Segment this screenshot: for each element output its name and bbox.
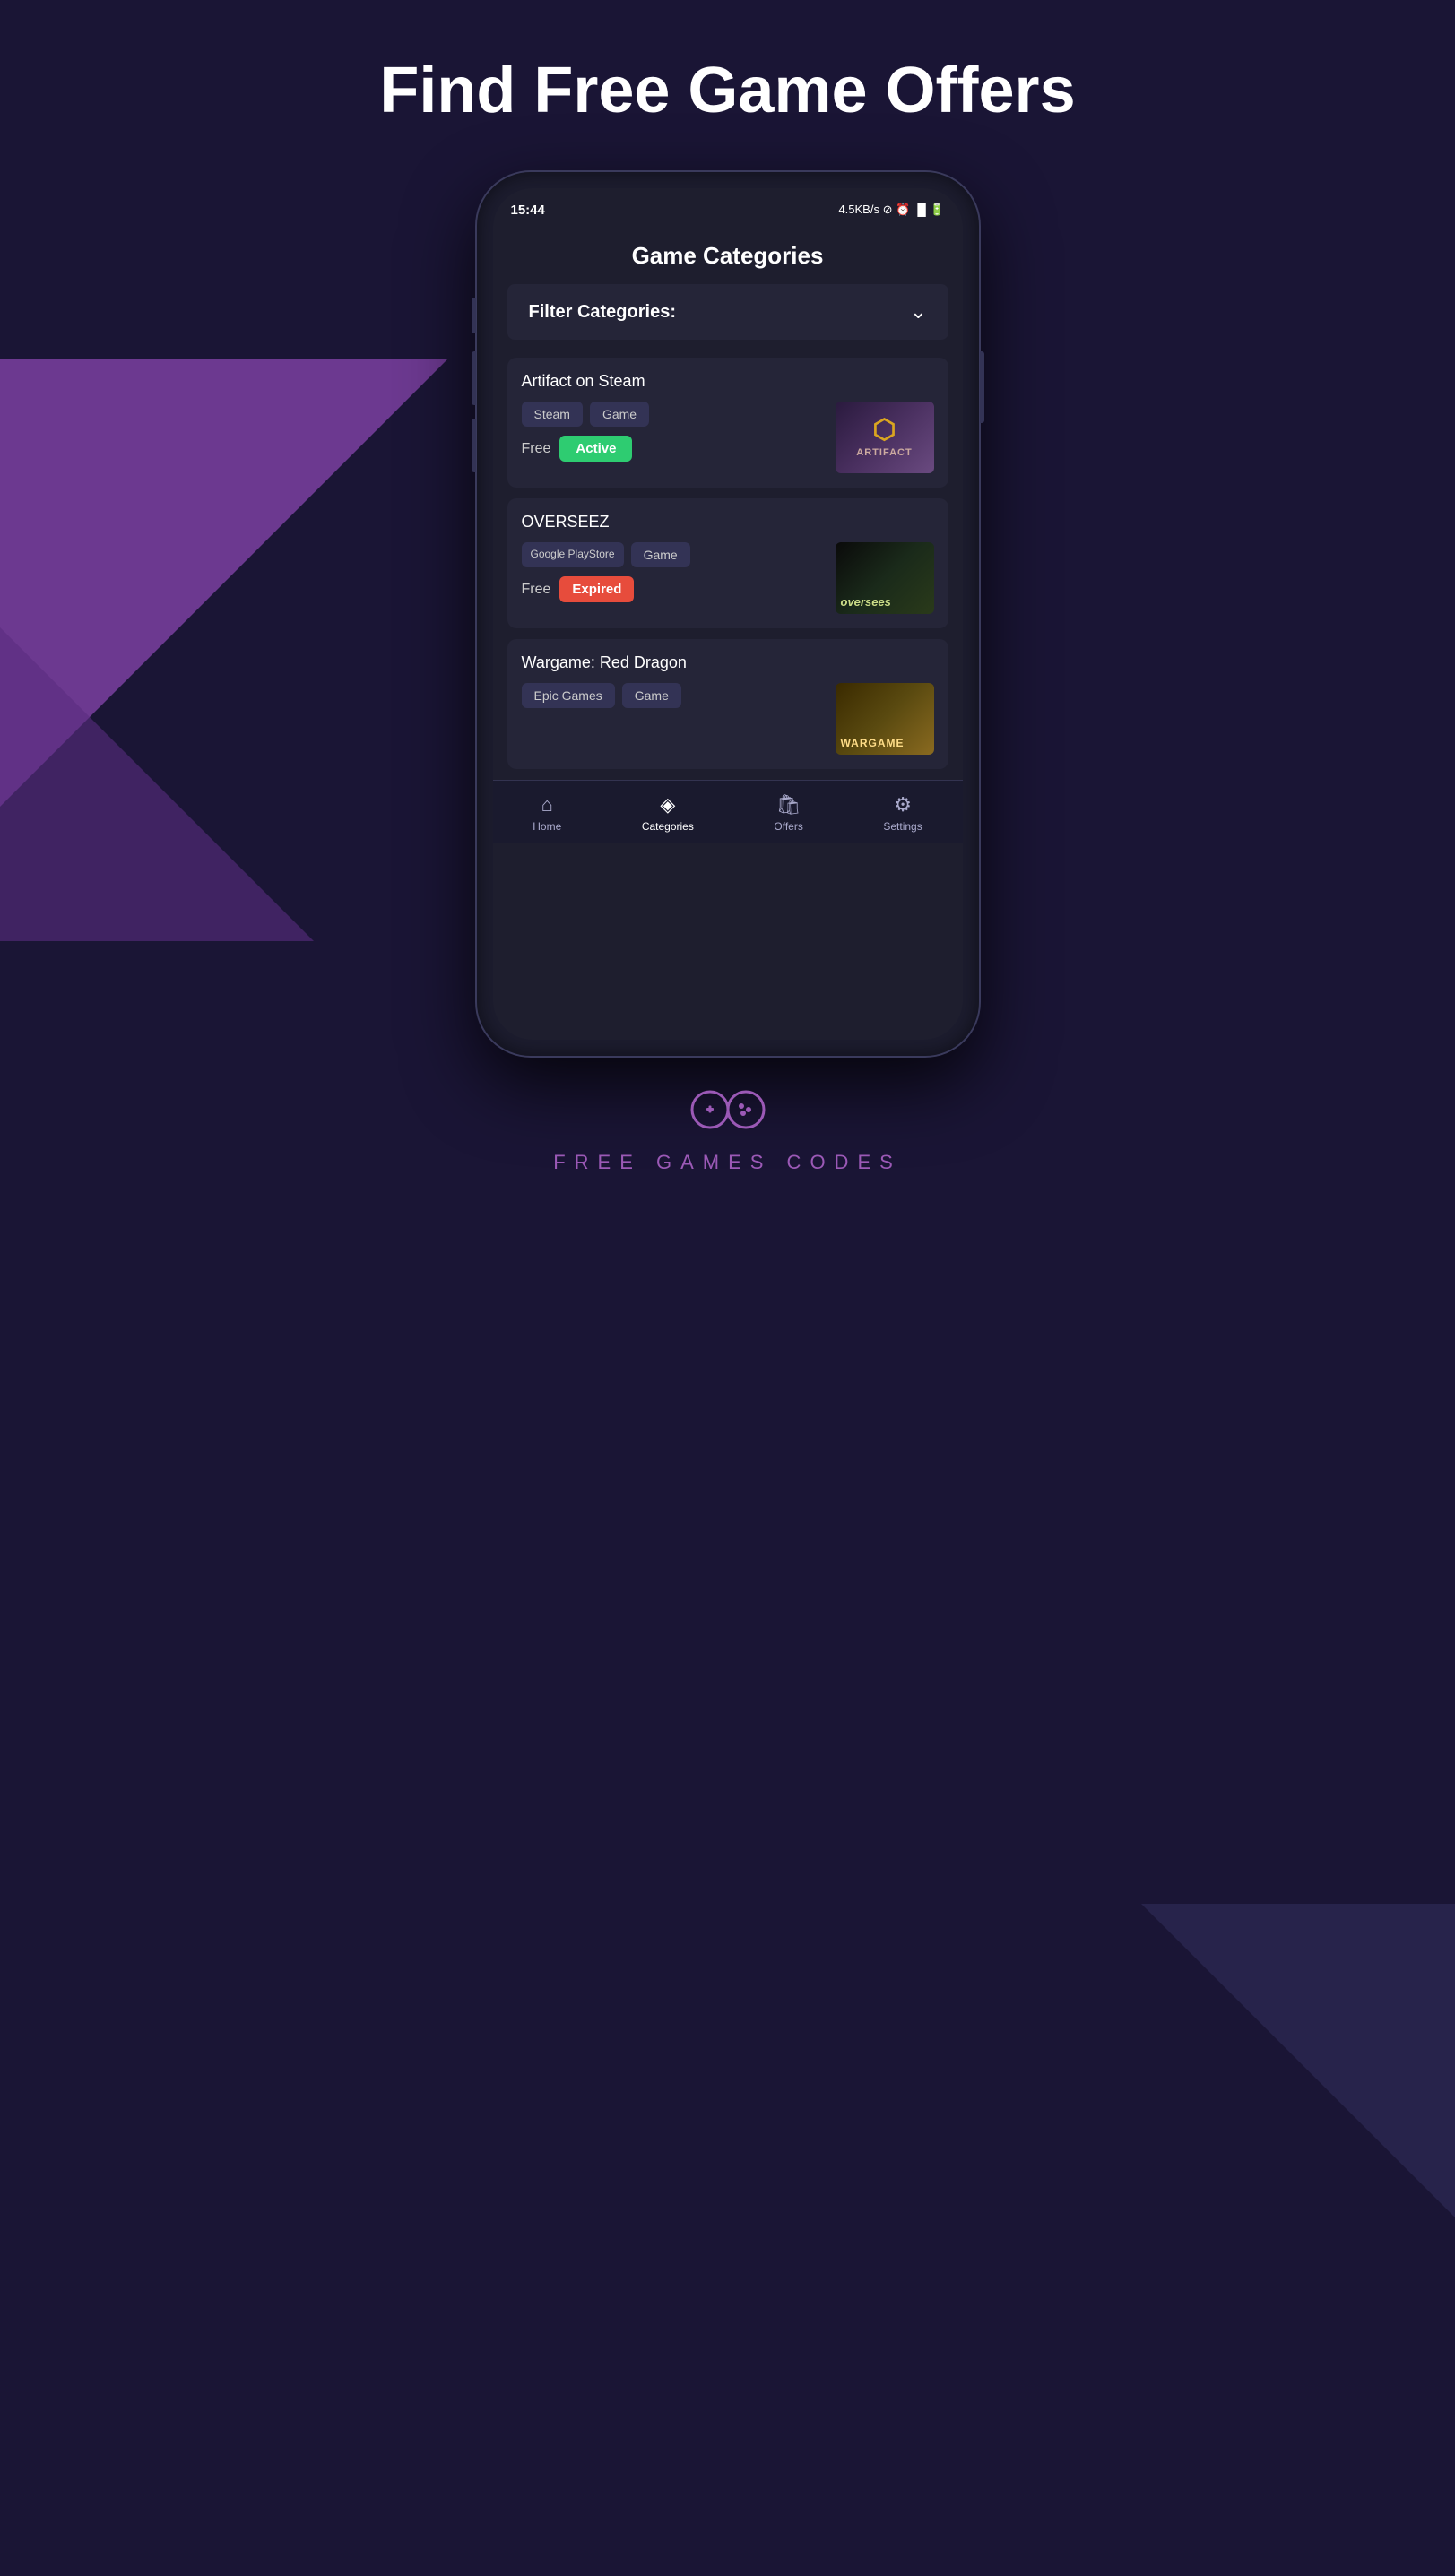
filter-bar[interactable]: Filter Categories: ⌄	[507, 284, 948, 340]
tag-epic-games[interactable]: Epic Games	[522, 683, 615, 708]
artifact-logo-icon: ⬡	[872, 417, 896, 444]
bg-decoration-right	[1141, 1904, 1455, 2217]
game-card-artifact[interactable]: Artifact on Steam Steam Game Free Active	[507, 358, 948, 488]
home-icon: ⌂	[541, 793, 553, 817]
status-icons: 4.5KB/s ⊘ ⏰ ▐▌🔋	[838, 203, 944, 217]
phone-screen: 15:44 4.5KB/s ⊘ ⏰ ▐▌🔋 Game Categories Fi…	[493, 188, 963, 1040]
game-card-title-artifact: Artifact on Steam	[522, 372, 934, 391]
thumbnail-overseez: oversees	[836, 542, 934, 614]
nav-item-settings[interactable]: ⚙ Settings	[869, 790, 936, 836]
game-card-body-artifact: Steam Game Free Active ⬡ ARTIFACT	[522, 402, 934, 473]
nav-label-home: Home	[533, 820, 561, 833]
page-headline: Find Free Game Offers	[379, 54, 1075, 127]
tag-steam[interactable]: Steam	[522, 402, 583, 427]
brand-logo-icon	[688, 1083, 768, 1137]
status-bar: 15:44 4.5KB/s ⊘ ⏰ ▐▌🔋	[493, 188, 963, 224]
tags-row-artifact: Steam Game	[522, 402, 827, 427]
phone-btn-volume-up	[472, 351, 476, 405]
app-header: Game Categories	[493, 224, 963, 284]
thumbnail-wargame: WARGAME	[836, 683, 934, 755]
phone-mockup: 15:44 4.5KB/s ⊘ ⏰ ▐▌🔋 Game Categories Fi…	[477, 172, 979, 1056]
game-card-wargame[interactable]: Wargame: Red Dragon Epic Games Game WARG…	[507, 639, 948, 769]
brand-svg	[688, 1083, 768, 1137]
price-overseez: Free	[522, 582, 551, 598]
thumbnail-artifact: ⬡ ARTIFACT	[836, 402, 934, 473]
bottom-row-artifact: Free Active	[522, 436, 827, 462]
price-artifact: Free	[522, 441, 551, 457]
tag-game-overseez[interactable]: Game	[631, 542, 690, 567]
tag-game-wargame[interactable]: Game	[622, 683, 681, 708]
filter-label: Filter Categories:	[529, 302, 676, 323]
bottom-row-overseez: Free Expired	[522, 576, 827, 602]
wargame-text: WARGAME	[841, 737, 905, 749]
game-card-left-overseez: Google PlayStore Game Free Expired	[522, 542, 827, 602]
nav-item-offers[interactable]: 🛍 Offers	[759, 790, 817, 836]
game-card-left-wargame: Epic Games Game	[522, 683, 827, 717]
brand-name: FREE GAMES CODES	[553, 1151, 902, 1174]
categories-icon: ◈	[660, 793, 675, 817]
game-card-title-wargame: Wargame: Red Dragon	[522, 653, 934, 672]
artifact-text: ARTIFACT	[856, 447, 912, 458]
oversees-text: oversees	[841, 595, 891, 609]
status-time: 15:44	[511, 203, 545, 218]
tags-row-overseez: Google PlayStore Game	[522, 542, 827, 567]
game-card-title-overseez: OVERSEEZ	[522, 513, 934, 532]
phone-outer: 15:44 4.5KB/s ⊘ ⏰ ▐▌🔋 Game Categories Fi…	[477, 172, 979, 1056]
nav-item-home[interactable]: ⌂ Home	[518, 790, 576, 836]
phone-btn-volume-down	[472, 419, 476, 472]
status-badge-overseez: Expired	[559, 576, 634, 602]
nav-label-offers: Offers	[774, 820, 802, 833]
status-badge-artifact: Active	[559, 436, 632, 462]
nav-item-categories[interactable]: ◈ Categories	[628, 790, 708, 836]
bottom-nav: ⌂ Home ◈ Categories 🛍 Offers ⚙ Settings	[493, 780, 963, 843]
game-card-body-overseez: Google PlayStore Game Free Expired overs…	[522, 542, 934, 614]
nav-label-settings: Settings	[883, 820, 922, 833]
game-card-body-wargame: Epic Games Game WARGAME	[522, 683, 934, 755]
game-card-overseez[interactable]: OVERSEEZ Google PlayStore Game Free Expi…	[507, 498, 948, 628]
phone-btn-power	[980, 351, 984, 423]
nav-label-categories: Categories	[642, 820, 694, 833]
tag-game-artifact[interactable]: Game	[590, 402, 649, 427]
brand-area: FREE GAMES CODES	[553, 1083, 902, 1174]
phone-btn-volume-silent	[472, 298, 476, 333]
app-content: Game Categories Filter Categories: ⌄ Art…	[493, 224, 963, 769]
offers-icon: 🛍	[776, 793, 801, 817]
bg-decoration-left2	[0, 627, 314, 941]
tag-google-playstore[interactable]: Google PlayStore	[522, 542, 624, 567]
game-card-left-artifact: Steam Game Free Active	[522, 402, 827, 462]
chevron-down-icon[interactable]: ⌄	[910, 300, 926, 324]
tags-row-wargame: Epic Games Game	[522, 683, 827, 708]
settings-icon: ⚙	[894, 793, 912, 817]
app-title: Game Categories	[515, 242, 941, 270]
